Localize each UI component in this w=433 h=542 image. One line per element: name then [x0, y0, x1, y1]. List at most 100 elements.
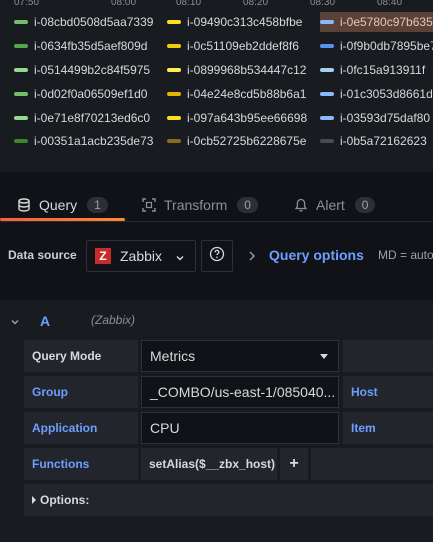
series-color-swatch [167, 44, 181, 48]
legend-series-item[interactable]: i-0e71e8f70213ed6c0 [14, 108, 150, 128]
legend-series-label: i-0514499b2c84f5975 [34, 63, 151, 77]
chevron-right-icon[interactable] [247, 249, 257, 267]
time-axis: 07:50 08:00 08:10 08:20 08:30 08:40 [0, 0, 433, 9]
time-tick: 08:00 [111, 0, 137, 8]
legend-row: i-0d02f0a06509ef1d0 i-04e24e8cd5b88b6a1 i-… [0, 84, 433, 104]
add-function-button[interactable]: + [280, 448, 308, 480]
options-label: Options: [40, 493, 90, 507]
series-color-swatch [14, 44, 28, 48]
legend-series-label: i-0c51109eb2ddef8f6 [187, 39, 299, 53]
options-toggle[interactable]: Options: [24, 484, 433, 516]
collapse-chevron-icon[interactable] [10, 314, 20, 332]
legend-series-item[interactable]: i-0634fb35d5aef809d [14, 36, 147, 56]
caret-right-icon [32, 496, 36, 504]
time-tick: 08:30 [310, 0, 336, 8]
series-color-swatch [167, 20, 181, 24]
legend-series-item[interactable]: i-0e5780c97b635 [320, 12, 433, 32]
functions-label: Functions [24, 448, 138, 480]
query-mode-filler [343, 340, 433, 372]
legend-series-label: i-0634fb35d5aef809d [34, 39, 148, 53]
series-color-swatch [167, 116, 181, 120]
legend-series-label: i-0d02f0a06509ef1d0 [34, 87, 148, 101]
query-ref-id[interactable]: A [40, 313, 50, 329]
legend-series-item[interactable]: i-097a643b95ee66698 [167, 108, 307, 128]
transform-icon [142, 198, 156, 212]
query-options-toggle[interactable]: Query options [269, 247, 364, 263]
question-circle-icon [209, 246, 225, 267]
application-value: CPU [150, 420, 180, 436]
legend-series-label: i-0e5780c97b635 [340, 15, 433, 29]
tab-alert[interactable]: Alert 0 [294, 188, 376, 222]
datasource-picker[interactable]: Z Zabbix [86, 240, 196, 272]
legend-series-label: i-0f9b0db7895be7 [340, 39, 433, 53]
legend-series-label: i-0b5a72162623 [340, 134, 427, 148]
tab-alert-count: 0 [354, 197, 376, 213]
graph-legend-panel: 07:50 08:00 08:10 08:20 08:30 08:40 i-08… [0, 0, 433, 172]
application-input[interactable]: CPU [141, 412, 339, 444]
time-tick: 08:40 [377, 0, 403, 8]
legend-series-item[interactable]: i-08cbd0508d5aa7339 [14, 12, 153, 32]
series-color-swatch [320, 20, 334, 24]
tab-transform-count: 0 [237, 197, 258, 213]
legend-series-item[interactable]: i-0fc15a913911f [320, 60, 425, 80]
tab-transform[interactable]: Transform 0 [142, 188, 258, 222]
item-label: Item [343, 412, 433, 444]
host-label: Host [343, 376, 433, 408]
datasource-label: Data source [8, 248, 77, 262]
query-mode-select[interactable]: Metrics [141, 340, 339, 372]
legend-row: i-0634fb35d5aef809d i-0c51109eb2ddef8f6 i-… [0, 36, 433, 56]
bell-icon [294, 198, 308, 212]
legend-row: i-0e71e8f70213ed6c0 i-097a643b95ee66698 i-… [0, 108, 433, 128]
legend-series-label: i-09490c313c458bfbe [187, 15, 303, 29]
legend-row: i-0514499b2c84f5975 i-0899968b534447c12 i-… [0, 60, 433, 80]
legend-series-label: i-0899968b534447c12 [187, 63, 307, 77]
series-color-swatch [320, 68, 334, 72]
group-value: _COMBO/us-east-1/085040... [150, 384, 336, 400]
series-color-swatch [167, 139, 181, 143]
series-color-swatch [320, 92, 334, 96]
legend-series-item[interactable]: i-09490c313c458bfbe [167, 12, 302, 32]
query-mode-label: Query Mode [24, 340, 138, 372]
series-color-swatch [14, 68, 28, 72]
legend-series-item[interactable]: i-04e24e8cd5b88b6a1 [167, 84, 306, 104]
time-tick: 08:20 [243, 0, 269, 8]
legend-series-label: i-01c3053d8661d [340, 87, 433, 101]
legend-series-item[interactable]: i-0c51109eb2ddef8f6 [167, 36, 299, 56]
time-tick: 08:10 [176, 0, 202, 8]
legend-series-item[interactable]: i-0cb52725b6228675e [167, 131, 306, 151]
legend-series-item[interactable]: i-03593d75daf80 [320, 108, 430, 128]
active-tab-indicator [0, 218, 125, 221]
tab-query[interactable]: Query 1 [17, 188, 108, 222]
legend-series-item[interactable]: i-00351a1acb235de73 [14, 131, 153, 151]
legend-series-label: i-0e71e8f70213ed6c0 [34, 111, 151, 125]
legend-series-label: i-0fc15a913911f [340, 63, 426, 77]
datasource-help-button[interactable] [201, 240, 233, 272]
legend-series-label: i-0cb52725b6228675e [187, 134, 307, 148]
legend-series-item[interactable]: i-01c3053d8661d [320, 84, 433, 104]
tab-query-count: 1 [87, 197, 108, 213]
legend-series-item[interactable]: i-0d02f0a06509ef1d0 [14, 84, 147, 104]
series-color-swatch [14, 20, 28, 24]
datasource-row: Data source Z Zabbix Query options MD = … [0, 236, 433, 276]
legend-series-label: i-04e24e8cd5b88b6a1 [187, 87, 307, 101]
series-color-swatch [167, 68, 181, 72]
query-options-summary: MD = auto [378, 248, 433, 262]
datasource-selected: Zabbix [120, 248, 163, 264]
tab-query-label: Query [39, 197, 78, 213]
legend-series-label: i-00351a1acb235de73 [34, 134, 154, 148]
legend-series-item[interactable]: i-0899968b534447c12 [167, 60, 306, 80]
group-input[interactable]: _COMBO/us-east-1/085040... [141, 376, 339, 408]
series-color-swatch [320, 116, 334, 120]
legend-row: i-00351a1acb235de73 i-0cb52725b6228675e i-… [0, 131, 433, 151]
functions-filler [311, 448, 433, 480]
legend-series-item[interactable]: i-0b5a72162623 [320, 131, 427, 151]
legend-series-item[interactable]: i-0514499b2c84f5975 [14, 60, 150, 80]
legend-series-label: i-097a643b95ee66698 [187, 111, 308, 125]
group-label: Group [24, 376, 138, 408]
database-icon [17, 198, 31, 212]
legend-series-item[interactable]: i-0f9b0db7895be7 [320, 36, 433, 56]
series-color-swatch [320, 139, 334, 143]
tab-transform-label: Transform [164, 197, 228, 213]
series-color-swatch [14, 139, 28, 143]
function-chip-setalias[interactable]: setAlias($__zbx_host) [141, 448, 277, 480]
